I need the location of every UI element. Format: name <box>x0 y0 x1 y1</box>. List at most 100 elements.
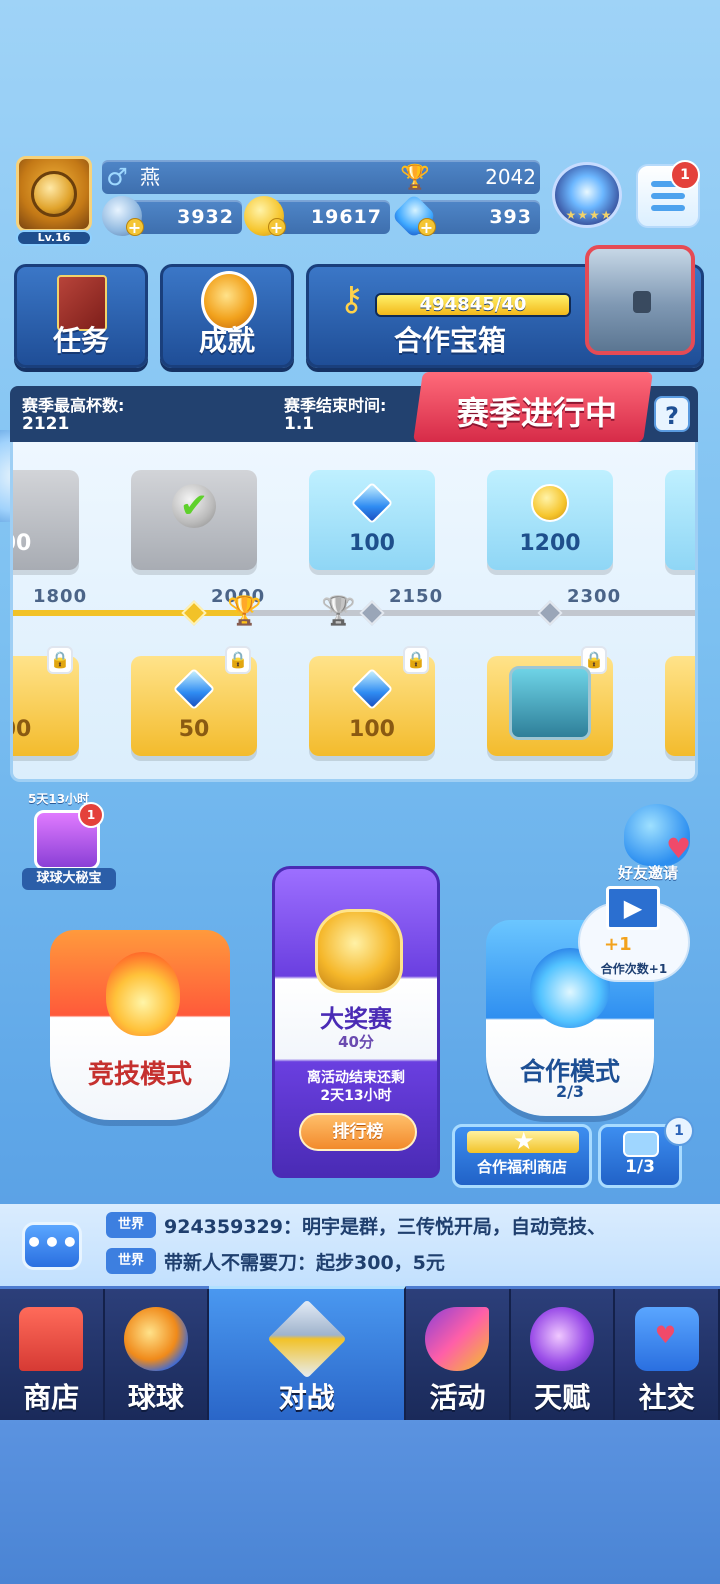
premium-reward-value: 50 <box>178 717 210 742</box>
boost-count: 1/3 <box>625 1157 655 1177</box>
chat-message: 924359329：明宇是群，三传悦开局，自动竞技、 <box>164 1215 606 1238</box>
tasks-button[interactable]: 任务 <box>14 264 148 368</box>
season-end-label: 赛季结束时间: <box>284 396 387 415</box>
flame-sword-icon <box>106 952 180 1036</box>
player-level: Lv.16 <box>16 230 92 246</box>
season-reward-track[interactable]: 00 ✔ 100 1200 1800 2000 2150 2300 🏆 🏆 🔒 … <box>10 442 698 782</box>
free-reward-card[interactable]: 1200 <box>487 470 613 570</box>
season-help-button[interactable]: ? <box>654 396 690 432</box>
gold-value: 19617 <box>310 206 382 228</box>
world-chat-tag: 世界 <box>106 1248 156 1274</box>
lock-icon: 🔒 <box>403 646 429 674</box>
trophy-count: 2042 <box>485 165 536 189</box>
season-end-value: 1.1 <box>284 414 315 434</box>
trophy-icon: 🏆 <box>400 163 430 191</box>
tick-label: 2150 <box>389 586 444 607</box>
coop-chest-label: 合作宝箱 <box>393 324 506 357</box>
chat-button[interactable]: ••• <box>22 1222 82 1270</box>
premium-reward-card[interactable]: 🔒 <box>487 646 613 756</box>
free-reward-card[interactable] <box>665 470 695 570</box>
achievements-label: 成就 <box>198 324 255 357</box>
gem-icon <box>350 667 394 711</box>
season-status: 赛季进行中 <box>456 394 617 432</box>
milestone-node <box>359 600 385 626</box>
premium-reward-value: 00 <box>13 717 32 742</box>
competitive-mode-button[interactable]: 竞技模式 <box>50 930 230 1120</box>
coop-bonus-bubble[interactable]: ▶ +1 合作次数+1 <box>578 886 690 982</box>
tick-label: 1800 <box>33 586 88 607</box>
heart-icon: ♥ <box>654 1321 677 1349</box>
video-play-icon: ▶ <box>606 886 660 930</box>
nav-talent[interactable]: 天赋 <box>511 1289 616 1420</box>
nav-label: 天赋 <box>534 1381 591 1414</box>
achievements-button[interactable]: 成就 <box>160 264 294 368</box>
nav-social[interactable]: ♥ 社交 <box>615 1289 720 1420</box>
premium-reward-value: 100 <box>349 717 395 742</box>
add-gems-icon[interactable]: + <box>418 218 436 237</box>
tasks-label: 任务 <box>52 324 109 357</box>
premium-reward-card[interactable] <box>665 656 695 756</box>
season-progress-fill <box>13 610 243 616</box>
bottom-background <box>0 1420 720 1584</box>
coop-shop-button[interactable]: ★ 合作福利商店 <box>452 1124 592 1188</box>
male-gender-icon: ♂ <box>106 163 128 191</box>
add-energy-icon[interactable]: + <box>126 218 144 237</box>
coop-chest-button[interactable]: ⚷ 494845/40 合作宝箱 <box>306 245 704 368</box>
free-reward-value: 100 <box>349 531 395 556</box>
chat-message: 带新人不需要刀：起步300，5元 <box>164 1251 445 1274</box>
max-cups-trophy-icon: 🏆 <box>321 594 356 627</box>
premium-reward-card[interactable]: 🔒 50 <box>131 646 257 756</box>
ranking-button[interactable]: 排行榜 <box>299 1113 417 1151</box>
nav-label: 商店 <box>23 1381 80 1414</box>
season-max-cups-value: 2121 <box>22 414 70 434</box>
treasure-label[interactable]: 球球大秘宝 <box>22 868 116 890</box>
free-reward-value: 1200 <box>519 531 581 556</box>
energy-value: 3932 <box>177 206 234 228</box>
claimed-check-icon: ✔ <box>172 484 216 528</box>
talent-icon <box>530 1307 595 1371</box>
star-icon: ★ <box>513 1127 535 1155</box>
gold-coin-icon <box>531 484 569 522</box>
lock-icon: 🔒 <box>47 646 73 674</box>
friend-invite-label[interactable]: 好友邀请 <box>618 862 678 883</box>
shop-icon <box>19 1307 84 1371</box>
premium-reward-card[interactable]: 🔒 00 <box>13 646 79 756</box>
coop-shop-label: 合作福利商店 <box>476 1158 567 1176</box>
balls-icon <box>123 1307 188 1371</box>
gem-icon <box>350 481 394 525</box>
battle-icon <box>267 1299 347 1379</box>
energy-bar[interactable]: + 3932 <box>102 196 242 237</box>
nav-balls[interactable]: 球球 <box>105 1289 210 1420</box>
heart-icon: ♥ <box>666 832 692 865</box>
gem-icon <box>172 667 216 711</box>
lock-icon: 🔒 <box>225 646 251 674</box>
menu-line <box>651 193 685 199</box>
nav-battle[interactable]: 对战 <box>209 1286 407 1420</box>
nav-shop[interactable]: 商店 <box>0 1289 105 1420</box>
grand-prix-points: 40分 <box>338 1033 374 1051</box>
world-chat-tag: 世界 <box>106 1212 156 1238</box>
coop-bonus-text: 合作次数+1 <box>600 962 668 976</box>
grand-prix-end-line1: 离活动结束还剩 <box>307 1070 405 1086</box>
grand-prix-button[interactable]: 大奖赛 40分 离活动结束还剩 2天13小时 排行榜 <box>272 866 440 1178</box>
current-cups-trophy-icon: 🏆 <box>227 594 262 627</box>
chat-line: 世界 924359329：明宇是群，三传悦开局，自动竞技、 <box>106 1210 606 1240</box>
gold-bar[interactable]: + 19617 <box>244 196 390 237</box>
premium-reward-card[interactable]: 🔒 100 <box>309 646 435 756</box>
gems-value: 393 <box>489 206 532 228</box>
bottom-nav: 商店 球球 对战 活动 天赋 ♥ 社交 <box>0 1286 720 1420</box>
free-reward-card[interactable]: ✔ <box>131 470 257 570</box>
event-icon <box>425 1307 490 1371</box>
boost-card-icon <box>623 1131 659 1157</box>
chat-line: 世界 带新人不需要刀：起步300，5元 <box>106 1246 445 1276</box>
nav-event[interactable]: 活动 <box>406 1289 511 1420</box>
add-gold-icon[interactable]: + <box>268 218 286 237</box>
milestone-node <box>537 600 563 626</box>
free-reward-card[interactable]: 00 <box>13 470 79 570</box>
player-avatar[interactable] <box>16 156 92 232</box>
treasure-chest-icon <box>585 245 695 355</box>
menu-notification-badge: 1 <box>670 160 700 190</box>
free-reward-card[interactable]: 100 <box>309 470 435 570</box>
gems-bar[interactable]: + 393 <box>391 193 540 239</box>
free-reward-value: 00 <box>13 531 32 556</box>
